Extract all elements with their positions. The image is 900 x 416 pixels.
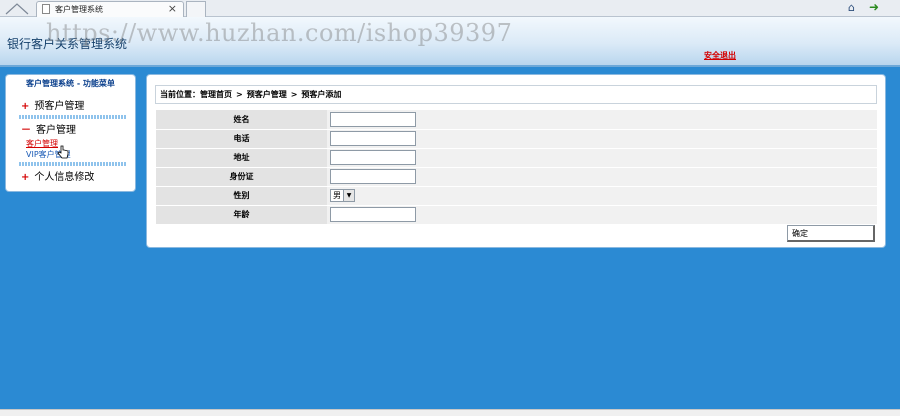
browser-tab-bar: 客户管理系统 × ⌂ ➜ <box>0 0 900 17</box>
chevron-down-icon[interactable]: ▼ <box>343 190 354 201</box>
breadcrumb: 当前位置：管理首页 > 预客户管理 > 预客户添加 <box>155 85 877 104</box>
sidebar-menu: 客户管理系统 - 功能菜单 + 预客户管理 －客户管理 客户管理 VIP客户管理 … <box>5 74 136 192</box>
sidebar-item-label: 客户管理 <box>36 125 76 136</box>
browser-tab-title: 客户管理系统 <box>55 5 103 14</box>
expand-icon: + <box>21 101 30 112</box>
watermark: https://www.huzhan.com/ishop39397 <box>46 19 513 47</box>
sidebar-item-label: 预客户管理 <box>34 101 85 112</box>
form-row-gender: 性别 男 ▼ <box>156 186 877 206</box>
form-row-address: 地址 <box>156 148 877 168</box>
main-panel: 当前位置：管理首页 > 预客户管理 > 预客户添加 姓名 电话 地址 身份证 性别 男 … <box>146 74 886 248</box>
sidebar-item-pre-customer[interactable]: + 预客户管理 <box>21 97 84 112</box>
form-row-id-card: 身份证 <box>156 167 877 187</box>
breadcrumb-item[interactable]: 管理首页 <box>200 90 232 99</box>
browser-status-bar <box>0 409 900 416</box>
submit-button[interactable]: 确定 <box>787 225 875 242</box>
form-row-phone: 电话 <box>156 129 877 149</box>
hand-cursor-icon <box>57 145 69 159</box>
form-row-age: 年龄 <box>156 205 877 225</box>
submenu-customer-management[interactable]: 客户管理 <box>26 138 58 149</box>
id-card-input[interactable] <box>330 169 416 184</box>
age-input[interactable] <box>330 207 416 222</box>
page-icon[interactable]: ⌂ <box>848 1 855 14</box>
divider <box>19 115 127 119</box>
breadcrumb-separator: > <box>236 90 243 99</box>
id-card-label: 身份证 <box>156 167 327 187</box>
logout-link[interactable]: 安全退出 <box>704 50 736 61</box>
breadcrumb-separator: > <box>290 90 298 99</box>
form-row-name: 姓名 <box>156 110 877 130</box>
app-header: 银行客户关系管理系统 https://www.huzhan.com/ishop3… <box>0 17 900 67</box>
sidebar-item-customer[interactable]: － 客户管理 <box>21 121 76 136</box>
gender-select[interactable]: 男 ▼ <box>330 189 355 202</box>
breadcrumb-item[interactable]: 预客户管理 <box>247 90 287 99</box>
document-icon <box>42 4 50 14</box>
name-label: 姓名 <box>156 110 327 130</box>
home-icon[interactable] <box>4 1 30 16</box>
back-arrow-icon[interactable]: ➜ <box>869 0 879 14</box>
phone-label: 电话 <box>156 129 327 149</box>
customer-add-form: 姓名 电话 地址 身份证 性别 男 ▼ 年龄 <box>156 110 877 225</box>
gender-select-value: 男 <box>333 191 341 200</box>
sidebar-item-profile[interactable]: + 个人信息修改 <box>21 168 94 183</box>
expand-icon: + <box>21 172 30 183</box>
sidebar-item-label: 个人信息修改 <box>34 172 95 183</box>
divider <box>19 162 127 166</box>
collapse-icon: － <box>21 125 31 136</box>
gender-label: 性别 <box>156 186 327 206</box>
address-label: 地址 <box>156 148 327 168</box>
name-input[interactable] <box>330 111 416 127</box>
new-tab-button[interactable] <box>186 1 206 17</box>
close-icon[interactable]: × <box>168 2 177 15</box>
age-label: 年龄 <box>156 205 327 225</box>
sidebar-heading: 客户管理系统 - 功能菜单 <box>26 79 115 88</box>
browser-tab[interactable]: 客户管理系统 × <box>36 1 184 17</box>
breadcrumb-prefix: 当前位置： <box>160 90 200 99</box>
phone-input[interactable] <box>330 131 416 146</box>
address-input[interactable] <box>330 150 416 165</box>
breadcrumb-current: 预客户添加 <box>301 90 342 99</box>
